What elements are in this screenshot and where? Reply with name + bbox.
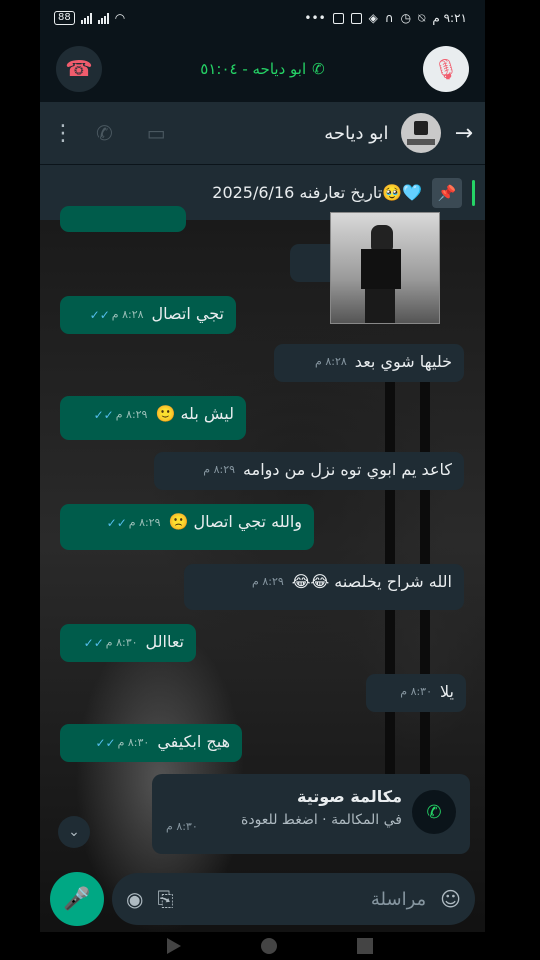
message-bubble-outgoing[interactable]: تجي اتصال ٨:٢٨ م✓✓ — [60, 296, 236, 334]
photo-detail — [371, 225, 393, 251]
read-ticks-icon: ✓✓ — [83, 636, 104, 650]
mute-icon: ⍉ — [418, 10, 426, 25]
nav-recents-icon[interactable] — [357, 938, 373, 954]
avatar-detail — [413, 121, 428, 135]
voice-call-icon[interactable]: ✆ — [96, 121, 113, 145]
message-bubble-outgoing[interactable]: تعاالل ٨:٣٠ م✓✓ — [60, 624, 196, 662]
alarm-off-icon — [332, 12, 344, 24]
message-bubble-outgoing[interactable]: ليش بله 🙂 ٨:٢٩ م✓✓ — [60, 396, 246, 440]
signal-icon — [80, 12, 92, 24]
message-time: ٨:٢٨ م — [315, 355, 347, 368]
message-bubble-outgoing[interactable]: هيج ابكيفي ٨:٣٠ م✓✓ — [60, 724, 242, 762]
message-bubble-incoming[interactable]: خليها شوي بعد ٨:٢٨ م — [274, 344, 464, 382]
voice-call-subtitle: في المكالمة · اضغط للعودة — [241, 812, 402, 828]
nav-back-icon[interactable] — [167, 938, 181, 954]
call-status-text: ابو دياحه - ٥١:٠٤ — [200, 60, 307, 78]
ongoing-call-label[interactable]: ✆ ابو دياحه - ٥١:٠٤ — [200, 60, 324, 78]
more-dots-icon: ••• — [304, 11, 326, 25]
nav-home-icon[interactable] — [261, 938, 277, 954]
end-call-icon: ☎ — [65, 56, 93, 82]
end-call-button[interactable]: ☎ — [56, 46, 102, 92]
voice-call-message[interactable]: ✆ مكالمة صوتية في المكالمة · اضغط للعودة… — [152, 774, 470, 854]
battery-icon: 88 — [54, 11, 75, 25]
message-text: الله شراح يخلصنه 😂😂 — [291, 572, 452, 591]
message-time: ٨:٢٩ م — [115, 408, 148, 421]
message-bubble-incoming[interactable]: يلا ٨:٣٠ م — [366, 674, 466, 712]
message-text: والله تجي اتصال 🙁 — [168, 512, 303, 531]
system-navigation-bar — [0, 932, 540, 960]
message-text: كاعد يم ابوي توه نزل من دوامه — [243, 460, 452, 479]
voice-call-time: ٨:٣٠ م — [166, 820, 198, 833]
pin-icon[interactable]: 📌 — [432, 177, 462, 208]
message-time: ٨:٢٨ م — [111, 308, 144, 321]
message-field-container: ◉ ⎘ ☺ — [112, 873, 475, 925]
message-time: ٨:٢٩ م — [203, 463, 236, 476]
scroll-to-bottom-button[interactable]: ⌄ — [58, 816, 90, 848]
message-time: ٨:٢٩ م — [128, 516, 161, 529]
camera-icon[interactable]: ◉ — [126, 887, 143, 911]
message-text: يلا — [440, 682, 454, 701]
emoji-sticker-icon[interactable]: ☺ — [440, 887, 461, 911]
message-time: ٨:٢٩ م — [252, 575, 284, 588]
status-right: ••• ◈ ∩ ◷ ⍉ ٩:٢١ م — [304, 11, 467, 26]
chevron-down-icon: ⌄ — [68, 824, 80, 840]
message-text: ليش بله 🙂 — [155, 404, 234, 423]
pinned-indicator — [472, 179, 475, 206]
ongoing-call-bar[interactable]: ☎ ✆ ابو دياحه - ٥١:٠٤ 🎙 — [40, 36, 485, 102]
phone-icon: ✆ — [312, 60, 325, 78]
signal-icon — [97, 12, 109, 24]
more-options-icon[interactable]: ⋮ — [52, 121, 78, 146]
alarm-icon: ◷ — [400, 11, 412, 25]
video-call-icon[interactable]: ▭ — [147, 121, 166, 145]
photo-detail — [365, 289, 395, 323]
message-bubble-clipped[interactable] — [60, 206, 186, 232]
mic-icon: 🎤 — [63, 886, 91, 912]
message-text: خليها شوي بعد — [354, 352, 452, 371]
read-ticks-icon: ✓✓ — [89, 308, 110, 322]
shared-photo-thumbnail[interactable] — [330, 212, 440, 324]
attach-icon[interactable]: ⎘ — [157, 887, 173, 911]
mic-off-icon: 🎙 — [433, 57, 459, 81]
read-ticks-icon: ✓✓ — [93, 408, 114, 422]
wifi-icon: ◠ — [114, 11, 126, 25]
chat-header: ⋮ ✆ ▭ ابو دياحه → — [40, 102, 485, 164]
pinned-message-text: تاريخ تعارفنه 2025/6/16🥹🩵 — [212, 183, 422, 202]
incoming-call-icon: ✆ — [412, 790, 456, 834]
mute-mic-button[interactable]: 🎙 — [422, 46, 469, 92]
avatar-detail — [406, 139, 435, 145]
message-text: هيج ابكيفي — [157, 732, 230, 751]
voice-record-button[interactable]: 🎤 — [50, 872, 104, 926]
phone-screen: 88 ◠ ••• ◈ ∩ ◷ ⍉ ٩:٢١ م ☎ ✆ ابو دياحه - … — [0, 0, 540, 960]
status-bar: 88 ◠ ••• ◈ ∩ ◷ ⍉ ٩:٢١ م — [40, 0, 485, 36]
message-input[interactable] — [187, 888, 427, 910]
instagram-icon — [350, 12, 362, 24]
message-text: تجي اتصال — [151, 304, 224, 323]
message-text: تعاالل — [145, 632, 184, 651]
message-bubble-outgoing[interactable]: والله تجي اتصال 🙁 ٨:٢٩ م✓✓ — [60, 504, 314, 550]
voice-call-title: مكالمة صوتية — [297, 787, 402, 806]
message-bubble-incoming[interactable]: كاعد يم ابوي توه نزل من دوامه ٨:٢٩ م — [154, 452, 464, 490]
back-arrow-icon[interactable]: → — [455, 121, 473, 146]
message-input-bar: 🎤 ◉ ⎘ ☺ — [40, 866, 485, 932]
message-time: ٨:٣٠ م — [400, 685, 432, 698]
headphones-icon: ∩ — [384, 11, 394, 25]
vpn-icon: ◈ — [368, 11, 378, 25]
avatar[interactable] — [400, 113, 441, 153]
contact-name[interactable]: ابو دياحه — [324, 123, 388, 144]
whatsapp-chat-screen: 88 ◠ ••• ◈ ∩ ◷ ⍉ ٩:٢١ م ☎ ✆ ابو دياحه - … — [40, 0, 485, 960]
message-time: ٨:٣٠ م — [117, 736, 150, 749]
read-ticks-icon: ✓✓ — [95, 736, 116, 750]
status-left: 88 ◠ — [54, 11, 125, 25]
message-bubble-incoming[interactable]: الله شراح يخلصنه 😂😂 ٨:٢٩ م — [184, 564, 464, 610]
photo-detail — [361, 249, 401, 289]
status-time: ٩:٢١ م — [432, 11, 467, 25]
message-time: ٨:٣٠ م — [105, 636, 138, 649]
read-ticks-icon: ✓✓ — [106, 516, 127, 530]
